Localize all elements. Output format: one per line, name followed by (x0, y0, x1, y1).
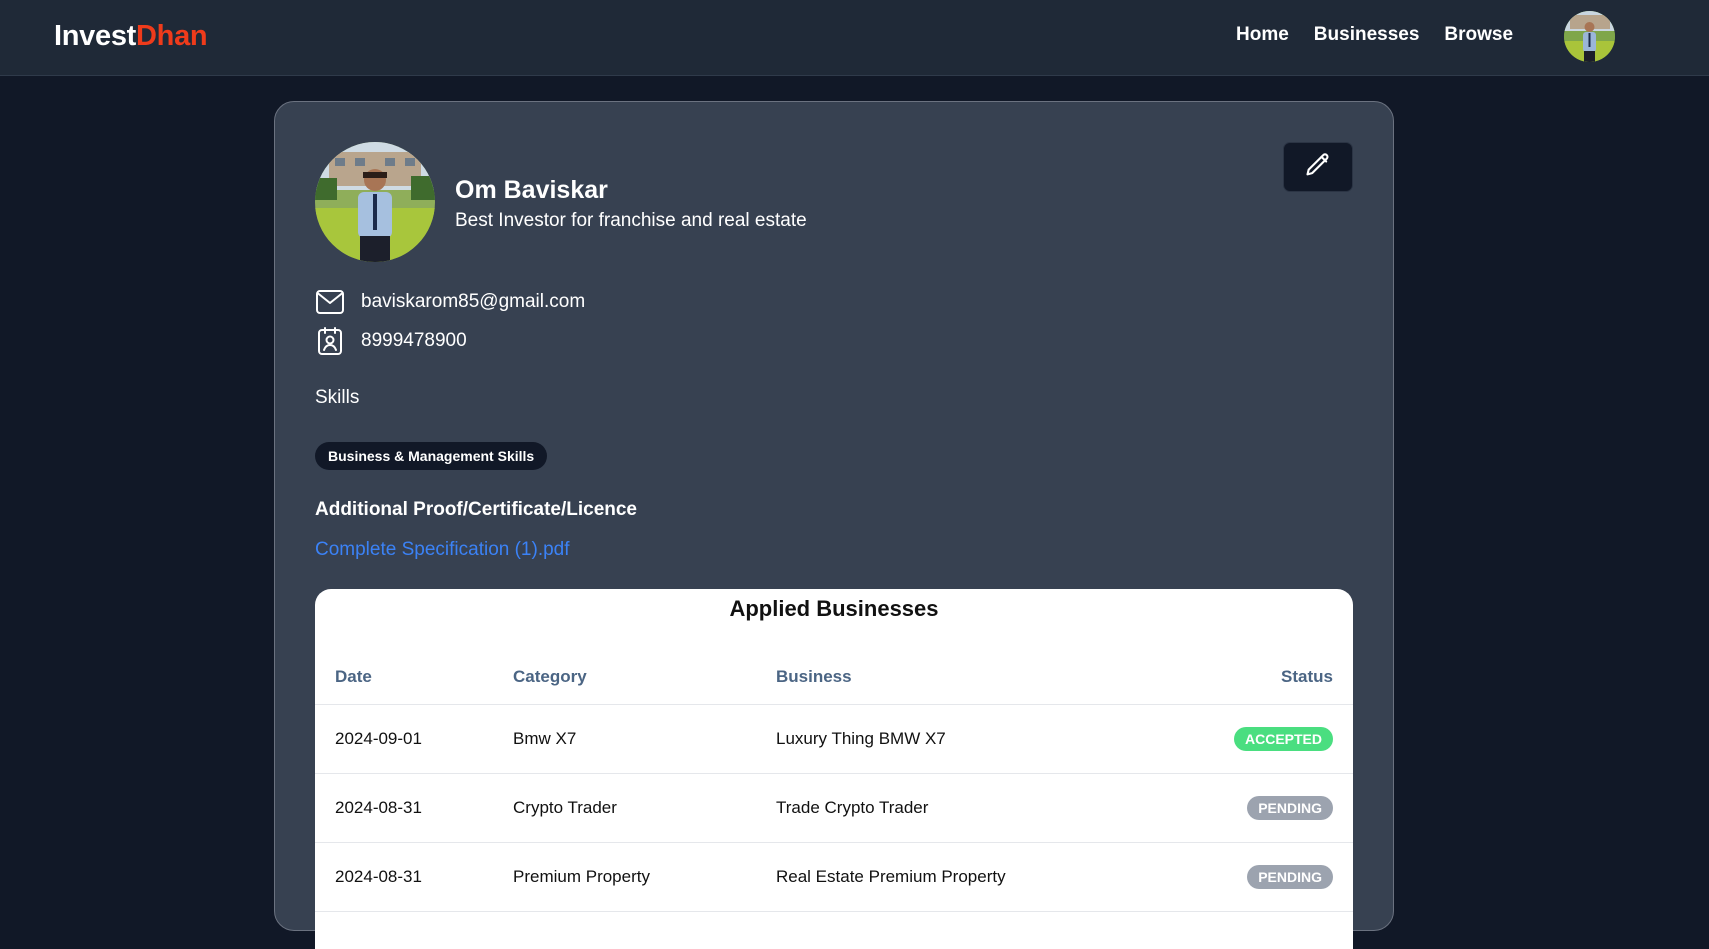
proof-title: Additional Proof/Certificate/Licence (315, 499, 637, 520)
applied-businesses-table: Date Category Business Status 2024-09-01… (315, 650, 1353, 912)
status-badge: ACCEPTED (1233, 727, 1333, 751)
nav-browse-link[interactable]: Browse (1444, 24, 1513, 46)
profile-tagline: Best Investor for franchise and real est… (455, 210, 807, 231)
cell-date: 2024-08-31 (315, 842, 493, 912)
skills-label: Skills (315, 387, 360, 408)
email-value: baviskarom85@gmail.com (361, 291, 586, 312)
cell-category: Premium Property (493, 842, 756, 912)
cell-category: Crypto Trader (493, 773, 756, 843)
phone-row: 8999478900 (315, 326, 467, 356)
nav-links: Home Businesses Browse (1236, 24, 1513, 46)
profile-card: Om Baviskar Best Investor for franchise … (274, 101, 1394, 949)
applied-businesses-panel: Applied Businesses Date Category Busines… (315, 589, 1353, 949)
edit-profile-button[interactable] (1283, 142, 1353, 192)
cell-status: PENDING (1136, 773, 1353, 843)
skill-chip: Business & Management Skills (315, 442, 548, 470)
status-badge: PENDING (1247, 865, 1333, 889)
cell-status: ACCEPTED (1136, 704, 1353, 774)
brand-part-1: Invest (54, 20, 137, 52)
col-header-date[interactable]: Date (315, 650, 493, 705)
nav-home-link[interactable]: Home (1236, 24, 1289, 46)
top-navbar: InvestDhan Home Businesses Browse (0, 0, 1709, 76)
brand-logo[interactable]: InvestDhan (54, 20, 208, 53)
user-avatar[interactable] (1564, 11, 1615, 62)
status-badge: PENDING (1247, 796, 1333, 820)
email-row: baviskarom85@gmail.com (315, 287, 585, 317)
col-header-status[interactable]: Status (1136, 650, 1353, 705)
table-row[interactable]: 2024-08-31 Premium Property Real Estate … (315, 842, 1353, 912)
applied-businesses-title: Applied Businesses (729, 596, 939, 621)
cell-business: Luxury Thing BMW X7 (756, 704, 1136, 774)
proof-file-link[interactable]: Complete Specification (1).pdf (315, 539, 570, 561)
cell-date: 2024-09-01 (315, 704, 493, 774)
phone-value: 8999478900 (361, 330, 467, 351)
profile-avatar (315, 142, 435, 262)
cell-status: PENDING (1136, 842, 1353, 912)
table-header-row: Date Category Business Status (315, 650, 1353, 705)
pencil-icon (1304, 151, 1332, 184)
brand-part-2: Dhan (136, 20, 208, 52)
col-header-category[interactable]: Category (493, 650, 756, 705)
cell-business: Real Estate Premium Property (756, 842, 1136, 912)
mail-icon (315, 287, 345, 317)
cell-business: Trade Crypto Trader (756, 773, 1136, 843)
cell-category: Bmw X7 (493, 704, 756, 774)
profile-name: Om Baviskar (455, 176, 608, 204)
col-header-business[interactable]: Business (756, 650, 1136, 705)
nav-businesses-link[interactable]: Businesses (1314, 24, 1420, 46)
table-row[interactable]: 2024-08-31 Crypto Trader Trade Crypto Tr… (315, 773, 1353, 843)
table-row[interactable]: 2024-09-01 Bmw X7 Luxury Thing BMW X7 AC… (315, 704, 1353, 774)
contact-card-icon (315, 326, 345, 356)
cell-date: 2024-08-31 (315, 773, 493, 843)
